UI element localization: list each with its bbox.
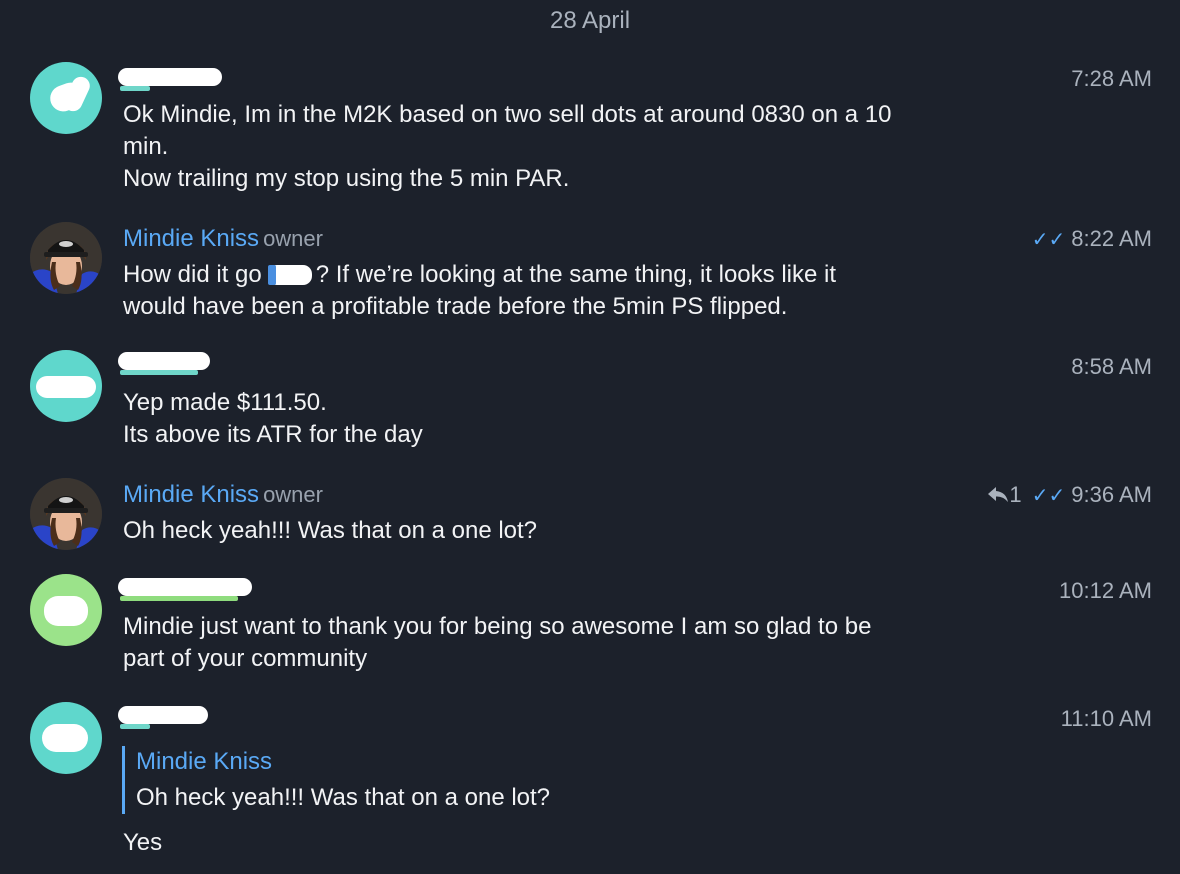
redacted-sender-name xyxy=(118,352,210,375)
double-check-icon: ✓✓ xyxy=(1031,229,1066,251)
profile-photo xyxy=(30,478,102,550)
message-time-row: ✓✓ 8:22 AM xyxy=(1032,224,1152,255)
redacted-sender-name xyxy=(118,578,252,601)
chat-history: 28 April 7:28 AM Ok Mindie, Im in the M2… xyxy=(0,0,1180,874)
avatar[interactable] xyxy=(30,222,102,294)
message-text: Mindie just want to thank you for being … xyxy=(123,611,1003,675)
avatar[interactable] xyxy=(30,62,102,134)
message-line: Oh heck yeah!!! Was that on a one lot? xyxy=(123,517,538,544)
sender[interactable]: Mindie Kniss owner xyxy=(123,224,323,254)
quote-sender-name: Mindie Kniss xyxy=(136,748,273,775)
redacted-sender-name xyxy=(118,706,208,729)
message-line: Yep made $111.50. xyxy=(123,389,327,416)
message-time-row: 1 ✓✓ 9:36 AM xyxy=(987,480,1152,511)
message-line: Mindie just want to thank you for being … xyxy=(123,613,872,640)
message-line: would have been a profitable trade befor… xyxy=(123,293,788,320)
message-line: Its above its ATR for the day xyxy=(123,421,423,448)
message-time: 8:58 AM xyxy=(1071,354,1152,379)
redacted-mention xyxy=(267,265,312,285)
message-line: Ok Mindie, Im in the M2K based on two se… xyxy=(123,101,892,128)
quote-text: Oh heck yeah!!! Was that on a one lot? xyxy=(136,784,551,811)
message-time: 7:28 AM xyxy=(1071,66,1152,91)
reply-arrow-icon xyxy=(988,487,1009,502)
message-time: 9:36 AM xyxy=(1071,482,1152,507)
sender-name[interactable]: Mindie Kniss xyxy=(123,481,259,508)
redacted-sender-name xyxy=(118,68,222,91)
message-line: min. xyxy=(123,133,169,160)
avatar[interactable] xyxy=(30,478,102,550)
sender-role-badge: owner xyxy=(263,226,323,251)
message-text: Yes xyxy=(123,827,1003,859)
sender-role-badge: owner xyxy=(263,482,323,507)
message-line: Now trailing my stop using the 5 min PAR… xyxy=(123,165,570,192)
avatar[interactable] xyxy=(30,350,102,422)
avatar[interactable] xyxy=(30,702,102,774)
message-text: Oh heck yeah!!! Was that on a one lot? xyxy=(123,515,1003,547)
message-time: 11:10 AM xyxy=(1060,706,1152,731)
date-separator: 28 April xyxy=(549,7,631,34)
message-text: Yep made $111.50. Its above its ATR for … xyxy=(123,387,1003,451)
reply-count: 1 xyxy=(1009,482,1022,507)
reply-quote[interactable]: Mindie Kniss Oh heck yeah!!! Was that on… xyxy=(122,746,550,814)
message-line: Yes xyxy=(123,829,163,856)
message-text: How did it go ? If we’re looking at the s… xyxy=(123,259,1003,323)
profile-photo xyxy=(30,222,102,294)
avatar[interactable] xyxy=(30,574,102,646)
message-text: Ok Mindie, Im in the M2K based on two se… xyxy=(123,99,1003,195)
double-check-icon: ✓✓ xyxy=(1031,485,1066,507)
message-segment: ? If we’re looking at the same thing, it… xyxy=(315,261,837,288)
sender-name[interactable]: Mindie Kniss xyxy=(123,225,259,252)
sender[interactable]: Mindie Kniss owner xyxy=(123,480,323,510)
message-line: part of your community xyxy=(123,645,368,672)
message-time: 10:12 AM xyxy=(1059,578,1152,603)
reply-count-button[interactable]: 1 xyxy=(987,482,1031,507)
message-time: 8:22 AM xyxy=(1071,226,1152,251)
message-segment: How did it go xyxy=(123,261,262,288)
